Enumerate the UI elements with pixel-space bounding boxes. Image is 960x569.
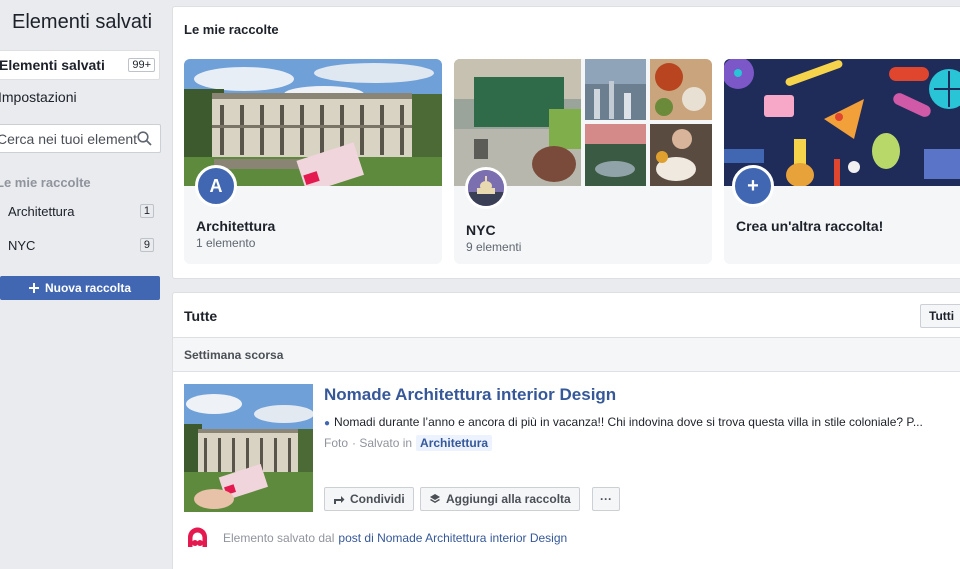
share-label: Condividi	[350, 492, 405, 506]
search-box[interactable]	[0, 124, 161, 153]
item-source: Elemento salvato dal post di Nomade Arch…	[184, 524, 567, 552]
sidebar-item-label: Impostazioni	[0, 89, 77, 105]
item-title-link[interactable]: Nomade Architettura interior Design	[324, 385, 616, 405]
sidebar-item-settings[interactable]: Impostazioni	[0, 82, 160, 112]
section-label: Settimana scorsa	[184, 348, 284, 362]
collection-avatar: A	[195, 165, 237, 207]
item-meta: Foto · Salvato in Architettura	[324, 435, 493, 451]
filter-dropdown[interactable]: Tutti	[920, 304, 960, 328]
collection-card-nyc[interactable]: NYC 9 elementi	[454, 59, 712, 264]
add-to-collection-button[interactable]: Aggiungi alla raccolta	[420, 487, 580, 511]
add-to-collection-label: Aggiungi alla raccolta	[446, 492, 571, 506]
collection-name: NYC	[466, 222, 496, 238]
new-collection-label: Nuova raccolta	[44, 281, 132, 295]
saved-count-badge: 99+	[128, 58, 155, 72]
more-icon: ···	[600, 492, 612, 506]
sidebar: Elementi salvati Elementi salvati 99+ Im…	[0, 0, 166, 569]
collection-avatar-letter: A	[209, 175, 223, 196]
page-title: Elementi salvati	[12, 11, 153, 33]
search-icon[interactable]	[137, 131, 152, 149]
collection-label: NYC	[8, 238, 36, 253]
feed-heading: Tutte	[184, 308, 218, 324]
collection-avatar	[465, 167, 507, 209]
collection-cover-collage	[454, 59, 712, 186]
layers-icon	[430, 494, 440, 504]
source-logo-icon[interactable]	[184, 524, 211, 552]
plus-icon	[28, 283, 39, 293]
create-collection-card[interactable]: + Crea un'altra raccolta!	[724, 59, 960, 264]
sidebar-item-collection-nyc[interactable]: NYC 9	[8, 238, 158, 253]
source-prefix: Elemento salvato dal	[223, 531, 335, 545]
bullet-icon: ●	[324, 418, 331, 429]
sidebar-item-collection-architettura[interactable]: Architettura 1	[8, 204, 158, 219]
saved-in-label: · Salvato in	[352, 436, 413, 450]
share-icon	[334, 495, 345, 504]
collection-item-count: 9 elementi	[466, 240, 522, 254]
saved-items-feed: Tutte Tutti Settimana scorsa Nomade Arch…	[172, 292, 960, 569]
collection-name: Architettura	[196, 218, 276, 234]
item-thumbnail[interactable]	[184, 384, 313, 512]
share-button[interactable]: Condividi	[324, 487, 414, 511]
collection-card-architettura[interactable]: A Architettura 1 elemento	[184, 59, 442, 264]
sidebar-item-saved[interactable]: Elementi salvati 99+	[0, 50, 160, 80]
source-post-link[interactable]: post di Nomade Architettura interior Des…	[338, 531, 567, 545]
collections-panel: Le mie raccolte A Architettura 1 element…	[172, 6, 960, 279]
new-collection-button[interactable]: Nuova raccolta	[0, 276, 160, 300]
sidebar-item-label: Elementi salvati	[0, 57, 105, 73]
more-options-button[interactable]: ···	[592, 487, 620, 511]
collections-heading: Le mie raccolte	[184, 22, 279, 37]
collections-section-label: Le mie raccolte	[0, 175, 91, 190]
collection-count-badge: 1	[139, 204, 154, 218]
collection-tag[interactable]: Architettura	[416, 435, 493, 451]
search-input[interactable]	[0, 130, 137, 147]
collection-item-count: 1 elemento	[196, 236, 256, 250]
section-header: Settimana scorsa	[173, 337, 960, 372]
create-collection-label: Crea un'altra raccolta!	[736, 218, 884, 234]
item-description: ● Nomadi durante l’anno e ancora di più i…	[324, 415, 960, 429]
item-description-text: Nomadi durante l’anno e ancora di più in…	[334, 415, 923, 429]
create-collection-plus-icon[interactable]: +	[732, 165, 774, 207]
collection-count-badge: 9	[139, 238, 154, 252]
item-type: Foto	[324, 436, 349, 450]
collection-label: Architettura	[8, 204, 75, 219]
